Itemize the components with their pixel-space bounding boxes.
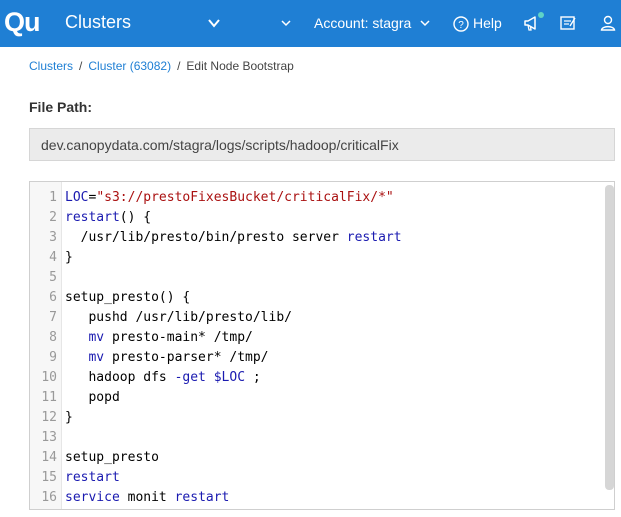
user-icon[interactable] bbox=[599, 14, 617, 32]
code-text: restart bbox=[65, 468, 120, 488]
code-line[interactable]: 5 bbox=[30, 268, 600, 288]
code-text: /usr/lib/presto/bin/presto server restar… bbox=[65, 228, 402, 248]
code-editor[interactable]: 1 LOC="s3://prestoFixesBucket/criticalFix… bbox=[29, 181, 615, 510]
feedback-form-icon[interactable] bbox=[559, 14, 577, 32]
code-token: presto-parser* /tmp/ bbox=[104, 350, 269, 365]
code-token: LOC bbox=[65, 190, 89, 205]
editor-scrollbar[interactable] bbox=[605, 185, 614, 490]
code-line[interactable]: 10 hadoop dfs -get $LOC ; bbox=[30, 368, 600, 388]
code-line[interactable]: 8 mv presto-main* /tmp/ bbox=[30, 328, 600, 348]
account-selector[interactable]: Account: stagra bbox=[314, 15, 411, 31]
code-line[interactable]: 4} bbox=[30, 248, 600, 268]
help-icon[interactable]: ? bbox=[453, 16, 469, 32]
code-token: $LOC bbox=[213, 370, 246, 385]
line-number: 11 bbox=[41, 390, 57, 405]
chevron-down-icon[interactable] bbox=[281, 18, 291, 28]
line-number: 1 bbox=[49, 190, 57, 205]
code-text: } bbox=[65, 408, 73, 428]
code-line[interactable]: 13 bbox=[30, 428, 600, 448]
code-token: presto-main* /tmp/ bbox=[104, 330, 253, 345]
code-text: pushd /usr/lib/presto/lib/ bbox=[65, 308, 292, 328]
code-token: () { bbox=[119, 210, 152, 225]
chevron-down-icon[interactable] bbox=[206, 15, 222, 31]
help-link[interactable]: Help bbox=[473, 15, 502, 31]
code-token: restart bbox=[65, 210, 120, 225]
code-token: pushd /usr/lib/presto/lib/ bbox=[65, 310, 292, 325]
breadcrumb-clusters[interactable]: Clusters bbox=[29, 59, 73, 73]
file-path-field: dev.canopydata.com/stagra/logs/scripts/h… bbox=[29, 128, 615, 161]
code-line[interactable]: 9 mv presto-parser* /tmp/ bbox=[30, 348, 600, 368]
code-text: service monit restart bbox=[65, 488, 229, 508]
code-line[interactable]: 14 setup_presto bbox=[30, 448, 600, 468]
app-logo[interactable]: Qu bbox=[4, 8, 40, 36]
line-number: 7 bbox=[49, 310, 57, 325]
code-token: restart bbox=[65, 470, 120, 485]
code-text: restart() { bbox=[65, 208, 151, 228]
line-number: 13 bbox=[41, 430, 57, 445]
logo-text: Qu bbox=[4, 7, 40, 37]
line-number: 2 bbox=[49, 210, 57, 225]
code-token: setup_presto() { bbox=[65, 290, 191, 305]
code-text: LOC="s3://prestoFixesBucket/criticalFix/… bbox=[65, 188, 394, 208]
chevron-down-icon[interactable] bbox=[420, 18, 430, 28]
code-token: /usr/lib/presto/bin/presto server bbox=[65, 230, 347, 245]
line-number: 14 bbox=[41, 450, 57, 465]
code-line[interactable]: 6 setup_presto() { bbox=[30, 288, 600, 308]
code-line[interactable]: 3 /usr/lib/presto/bin/presto server rest… bbox=[30, 228, 600, 248]
code-token: } bbox=[65, 410, 73, 425]
line-number: 9 bbox=[49, 350, 57, 365]
code-token: setup_presto bbox=[65, 450, 159, 465]
line-number: 15 bbox=[41, 470, 57, 485]
code-token: hadoop dfs bbox=[65, 370, 175, 385]
code-token: popd bbox=[65, 390, 120, 405]
code-line[interactable]: 7 pushd /usr/lib/presto/lib/ bbox=[30, 308, 600, 328]
code-line[interactable]: 15 restart bbox=[30, 468, 600, 488]
breadcrumb-separator: / bbox=[177, 59, 181, 73]
line-number: 10 bbox=[41, 370, 57, 385]
code-text: setup_presto bbox=[65, 448, 159, 468]
code-text: mv presto-parser* /tmp/ bbox=[65, 348, 269, 368]
line-number: 6 bbox=[49, 290, 57, 305]
code-text: setup_presto() { bbox=[65, 288, 190, 308]
code-line[interactable]: 2 restart() { bbox=[30, 208, 600, 228]
code-token: mv bbox=[88, 330, 105, 345]
breadcrumb: Clusters / Cluster (63082) / Edit Node Boots… bbox=[29, 59, 294, 73]
notification-dot bbox=[538, 12, 544, 18]
line-number: 12 bbox=[41, 410, 57, 425]
line-number: 8 bbox=[49, 330, 57, 345]
code-text: mv presto-main* /tmp/ bbox=[65, 328, 253, 348]
code-token: -get bbox=[174, 370, 206, 385]
page-section-title[interactable]: Clusters bbox=[65, 12, 131, 33]
svg-text:?: ? bbox=[458, 20, 464, 31]
code-token: ; bbox=[245, 370, 261, 385]
code-token: service bbox=[65, 490, 120, 505]
code-token: restart bbox=[346, 230, 402, 245]
code-token: "s3://prestoFixesBucket/criticalFix/*" bbox=[96, 190, 394, 205]
code-text: popd bbox=[65, 388, 120, 408]
line-number: 3 bbox=[49, 230, 57, 245]
code-line[interactable]: 12} bbox=[30, 408, 600, 428]
breadcrumb-current: Edit Node Bootstrap bbox=[186, 59, 294, 73]
code-line[interactable]: 16 service monit restart bbox=[30, 488, 600, 508]
line-number: 16 bbox=[41, 490, 57, 505]
code-token: restart bbox=[174, 490, 230, 505]
code-text: hadoop dfs -get $LOC ; bbox=[65, 368, 261, 388]
breadcrumb-separator: / bbox=[79, 59, 83, 73]
code-text: } bbox=[65, 248, 73, 268]
breadcrumb-cluster[interactable]: Cluster (63082) bbox=[88, 59, 171, 73]
code-token: monit bbox=[119, 490, 175, 505]
file-path-label: File Path: bbox=[29, 99, 93, 115]
line-number: 4 bbox=[49, 250, 57, 265]
code-line[interactable]: 1 LOC="s3://prestoFixesBucket/criticalFix… bbox=[30, 188, 600, 208]
code-token: } bbox=[65, 250, 73, 265]
line-number: 5 bbox=[49, 270, 57, 285]
code-line[interactable]: 11 popd bbox=[30, 388, 600, 408]
top-navigation-bar: Qu Clusters Account: stagra ? Help bbox=[0, 0, 621, 47]
code-token: mv bbox=[88, 350, 105, 365]
